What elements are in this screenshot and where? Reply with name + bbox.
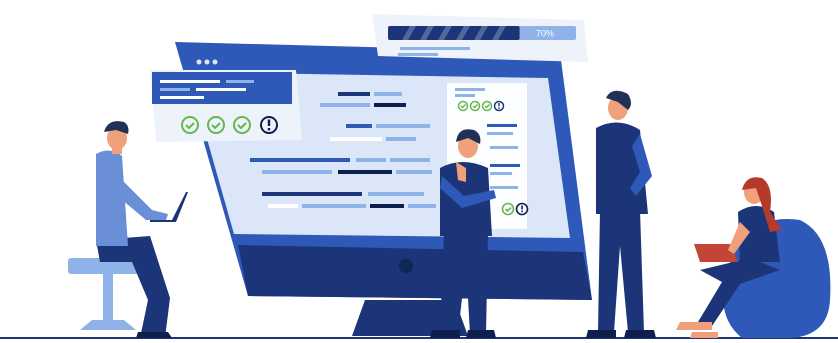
window-dot xyxy=(212,59,218,65)
code-line xyxy=(356,158,386,162)
code-line xyxy=(368,192,424,196)
code-line xyxy=(262,170,332,174)
code-line xyxy=(376,124,430,128)
man1-neck xyxy=(112,146,122,154)
woman-on-beanbag xyxy=(676,177,831,338)
header-line xyxy=(226,80,254,83)
stool-base xyxy=(80,320,136,330)
code-line xyxy=(338,170,392,174)
progress-caption-line xyxy=(400,47,470,50)
code-line xyxy=(268,204,298,208)
window-dot xyxy=(204,59,210,65)
code-line xyxy=(386,137,416,141)
panel-line xyxy=(490,172,512,175)
code-line xyxy=(370,204,404,208)
code-line xyxy=(302,204,366,208)
woman-feet xyxy=(676,322,718,338)
code-line xyxy=(320,103,370,107)
header-line xyxy=(160,96,204,99)
header-line xyxy=(160,88,190,91)
man1-shoe xyxy=(136,332,172,338)
panel-line xyxy=(490,146,518,149)
code-line xyxy=(346,124,372,128)
stool-post xyxy=(103,274,113,322)
progress-card: 70% xyxy=(372,14,588,62)
illustration-scene: 70% xyxy=(0,14,838,339)
panel-line xyxy=(490,186,518,189)
code-line xyxy=(396,170,432,174)
code-line xyxy=(330,137,382,141)
code-line xyxy=(374,103,406,107)
status-card xyxy=(150,70,302,142)
code-line xyxy=(408,204,436,208)
panel-line xyxy=(455,94,475,97)
panel-line xyxy=(487,124,517,127)
man-standing xyxy=(586,90,656,338)
code-line xyxy=(374,92,402,96)
code-line xyxy=(250,158,350,162)
monitor-chin xyxy=(238,245,592,300)
man3-legs xyxy=(598,210,644,332)
code-line xyxy=(262,192,362,196)
header-line xyxy=(196,88,246,91)
window-dot xyxy=(196,59,202,65)
panel-line xyxy=(455,88,485,91)
power-button xyxy=(399,259,413,273)
panel-line xyxy=(487,132,513,135)
progress-caption-line xyxy=(398,53,438,56)
header-line xyxy=(160,80,220,83)
code-line xyxy=(338,92,370,96)
panel-line xyxy=(490,164,520,167)
progress-label: 70% xyxy=(536,29,554,39)
man3-shoes xyxy=(586,330,656,338)
man-with-laptop xyxy=(68,121,188,338)
code-line xyxy=(390,158,430,162)
